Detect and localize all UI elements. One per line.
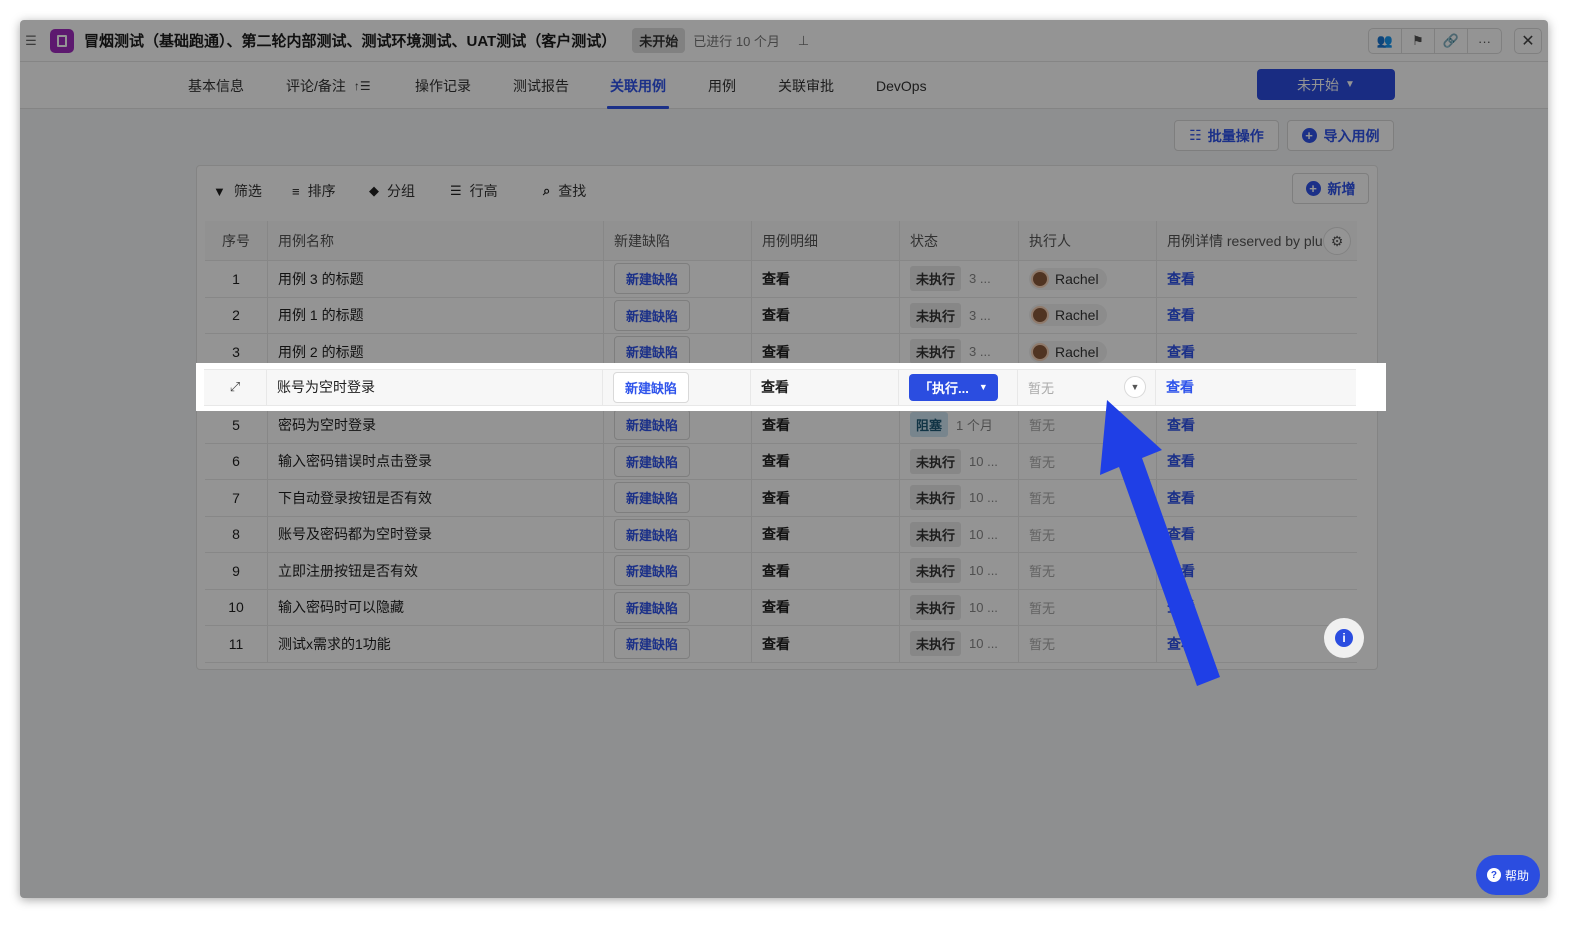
- highlighted-row-box: ⤢ 账号为空时登录 新建缺陷 查看 「执行... ▼ 暂无 ▼ 查看: [196, 363, 1386, 411]
- info-icon: i: [1335, 629, 1353, 647]
- state-dropdown-label: 「执行...: [919, 380, 969, 396]
- state-cell: 「执行... ▼: [899, 370, 1018, 405]
- caret-down-icon: ▼: [978, 382, 988, 393]
- dim-overlay: [20, 20, 1548, 898]
- view-link[interactable]: 查看: [1166, 377, 1194, 397]
- state-dropdown[interactable]: 「执行... ▼: [909, 373, 998, 401]
- row-expand[interactable]: ⤢: [204, 370, 267, 405]
- executor-cell: 暂无 ▼: [1018, 370, 1156, 405]
- view-details-link[interactable]: 查看: [1156, 370, 1356, 405]
- chevron-down-icon[interactable]: ▼: [1124, 376, 1146, 399]
- executor-select[interactable]: 暂无 ▼: [1028, 376, 1146, 399]
- new-bug-button[interactable]: 新建缺陷: [613, 371, 690, 403]
- table-row-highlighted[interactable]: ⤢ 账号为空时登录 新建缺陷 查看 「执行... ▼ 暂无 ▼ 查看: [204, 369, 1356, 406]
- detail-link[interactable]: 查看: [751, 370, 899, 405]
- help-button[interactable]: ? 帮助: [1476, 855, 1540, 895]
- info-button[interactable]: i: [1324, 618, 1364, 658]
- case-name: 账号为空时登录: [267, 370, 603, 405]
- executor-placeholder: 暂无: [1028, 380, 1055, 396]
- app-window: ☰ 冒烟测试（基础跑通）、第二轮内部测试、测试环境测试、UAT测试（客户测试） …: [20, 20, 1548, 898]
- expand-icon[interactable]: ⤢: [230, 379, 240, 395]
- help-label: 帮助: [1504, 868, 1529, 883]
- new-bug-cell: 新建缺陷: [603, 370, 751, 405]
- help-icon: ?: [1486, 868, 1501, 882]
